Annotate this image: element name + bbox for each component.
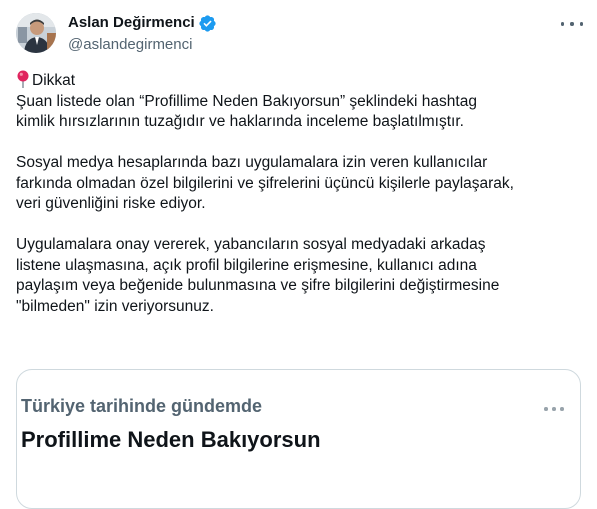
verified-badge-icon bbox=[198, 14, 217, 33]
author-handle[interactable]: @aslandegirmenci bbox=[68, 35, 192, 55]
tweet-line: Sosyal medya hesaplarında bazı uygulamal… bbox=[16, 154, 488, 171]
tweet-heading: Dikkat bbox=[16, 70, 586, 92]
tweet-paragraph-1: Şuan listede olan “Profillime Neden Bakı… bbox=[16, 92, 586, 133]
trend-title: Profillime Neden Bakıyorsun bbox=[21, 427, 321, 452]
tweet-line: kimlik hırsızlarının tuzağıdır ve haklar… bbox=[16, 113, 464, 130]
author-name-row[interactable]: Aslan Değirmenci bbox=[68, 13, 217, 33]
avatar-image bbox=[16, 13, 56, 53]
tweet-paragraph-2: Sosyal medya hesaplarında bazı uygulamal… bbox=[16, 153, 586, 215]
more-horizontal-icon bbox=[561, 22, 565, 26]
tweet-line: "bilmeden" izin veriyorsunuz. bbox=[16, 297, 214, 315]
author-name[interactable]: Aslan Değirmenci bbox=[68, 13, 195, 33]
more-horizontal-icon bbox=[544, 407, 548, 411]
trend-subtitle: Türkiye tarihinde gündemde bbox=[21, 396, 263, 416]
tweet-line: veri güvenliğini riske ediyor. bbox=[16, 195, 206, 212]
tweet-text: Dikkat Şuan listede olan “Profillime Ned… bbox=[16, 70, 586, 338]
tweet-line: listene ulaşmasına, açık profil bilgiler… bbox=[16, 256, 477, 274]
more-dot bbox=[552, 407, 556, 411]
trend-card[interactable]: Türkiye tarihinde gündemde Profillime Ne… bbox=[16, 369, 581, 509]
tweet-line: farkında olmadan özel bilgilerini ve şif… bbox=[16, 174, 514, 192]
tweet-line: paylaşım veya beğenide bulunmasına ve şi… bbox=[16, 277, 500, 294]
trend-more-options-button[interactable] bbox=[544, 406, 564, 412]
tweet-line: Uygulamalara onay vererek, yabancıların … bbox=[16, 236, 486, 253]
round-pushpin-icon bbox=[17, 70, 29, 88]
more-dot bbox=[560, 407, 564, 411]
tweet-line: Şuan listede olan “Profillime Neden Bakı… bbox=[16, 92, 477, 110]
more-dot bbox=[579, 22, 583, 26]
tweet-paragraph-3: Uygulamalara onay vererek, yabancıların … bbox=[16, 235, 586, 317]
avatar[interactable] bbox=[16, 13, 56, 53]
more-dot bbox=[570, 22, 574, 26]
tweet-heading-text: Dikkat bbox=[32, 72, 76, 89]
more-options-button[interactable] bbox=[561, 14, 583, 34]
